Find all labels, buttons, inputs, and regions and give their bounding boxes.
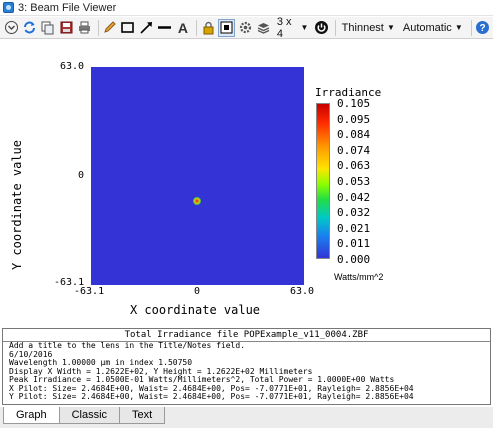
scale-label: Automatic (402, 21, 452, 34)
arrow-icon[interactable] (138, 19, 154, 37)
refresh-icon[interactable] (21, 19, 37, 37)
colorbar-tick-label: 0.105 (337, 97, 371, 110)
colorbar-tick-label: 0.021 (337, 221, 371, 235)
menu-chevron-icon[interactable] (3, 19, 19, 37)
power-icon[interactable] (313, 19, 329, 37)
line-icon[interactable] (156, 19, 172, 37)
app-icon (3, 2, 14, 13)
colorbar-tick-label: 0.084 (337, 128, 371, 142)
chevron-down-icon: ▼ (454, 23, 463, 32)
chevron-down-icon: ▼ (300, 23, 309, 32)
svg-text:?: ? (480, 23, 486, 34)
crosshair-icon[interactable] (218, 18, 236, 37)
colorbar-tick-label: 0.042 (337, 190, 371, 204)
tab-graph[interactable]: Graph (3, 407, 60, 424)
colorbar-tick-label: 0.032 (337, 206, 371, 220)
scale-dropdown[interactable]: Automatic ▼ (400, 19, 466, 37)
colorbar-tick-label: 0.063 (337, 159, 371, 173)
view-tabs: Graph Classic Text (0, 407, 493, 428)
colorbar (316, 103, 330, 259)
toolbar: A 3 x 4 ▼ Thinnest ▼ Automatic ▼ ? (0, 15, 493, 40)
info-panel: Total Irradiance file POPExample_v11_000… (2, 328, 491, 405)
x-tick-right: 63.0 (290, 286, 315, 297)
info-line: Add a title to the lens in the Title/Not… (9, 341, 246, 350)
colorbar-tick-label: 0.000 (337, 253, 371, 266)
settings-icon[interactable] (237, 19, 253, 37)
window-title: 3: Beam File Viewer (18, 1, 117, 14)
help-icon[interactable]: ? (475, 19, 491, 37)
x-tick-left: -63.1 (74, 286, 105, 297)
layout-dropdown[interactable]: 3 x 4 ▼ (274, 15, 312, 40)
chevron-down-icon: ▼ (386, 23, 395, 32)
layers-icon[interactable] (256, 19, 272, 37)
x-axis-title: X coordinate value (129, 303, 261, 317)
layout-dropdown-label: 3 x 4 (276, 15, 292, 40)
toolbar-separator (196, 19, 197, 36)
y-axis-title: Y coordinate value (10, 139, 24, 271)
y-tick-top: 63.0 (60, 61, 85, 72)
title-bar: 3: Beam File Viewer (0, 0, 493, 16)
tab-text[interactable]: Text (119, 407, 166, 424)
line-style-label: Thinnest (341, 21, 384, 34)
save-icon[interactable] (58, 19, 74, 37)
beam-spot (193, 197, 201, 205)
colorbar-unit: Watts/mm^2 (334, 272, 384, 282)
print-icon[interactable] (76, 19, 92, 37)
colorbar-tick-label: 0.011 (337, 237, 371, 251)
lock-icon[interactable] (200, 19, 216, 37)
x-tick-middle: 0 (194, 286, 201, 297)
copy-icon[interactable] (40, 19, 56, 37)
y-tick-middle: 0 (78, 170, 85, 181)
colorbar-tick-label: 0.074 (337, 143, 371, 157)
toolbar-separator (334, 19, 336, 36)
pencil-icon[interactable] (101, 19, 117, 37)
toolbar-separator (97, 19, 99, 36)
rectangle-icon[interactable] (120, 19, 136, 37)
colorbar-tick-label: 0.053 (337, 175, 371, 188)
graph-area: Y coordinate value 63.0 0 -63.1 -63.1 0 … (0, 40, 493, 328)
line-style-dropdown[interactable]: Thinnest ▼ (339, 19, 398, 37)
tab-classic[interactable]: Classic (58, 407, 121, 424)
toolbar-separator (470, 19, 472, 36)
text-tool-icon[interactable]: A (175, 19, 191, 37)
info-line: Y Pilot: Size= 2.4684E+00, Waist= 2.4684… (9, 392, 414, 401)
colorbar-tick-label: 0.095 (337, 112, 371, 126)
irradiance-map[interactable] (91, 67, 304, 285)
